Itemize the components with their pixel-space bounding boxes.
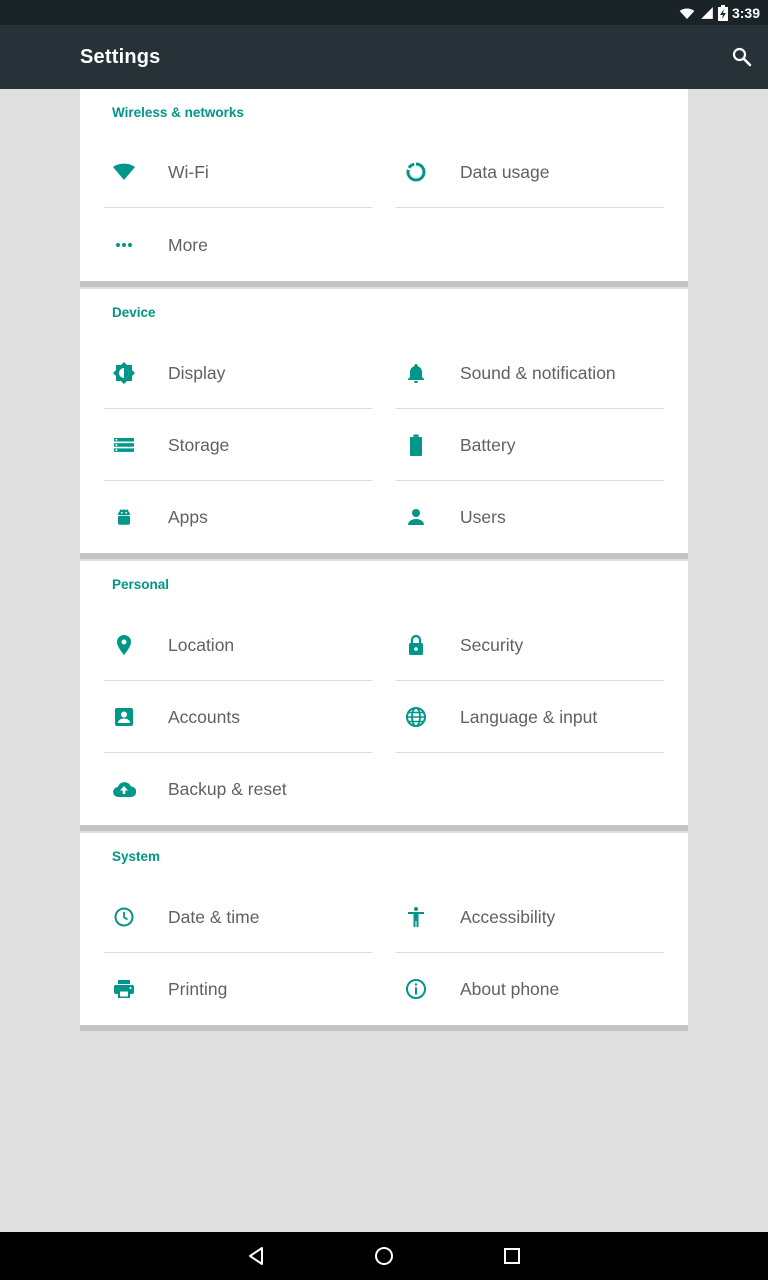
setting-printing[interactable]: Printing: [104, 953, 372, 1025]
setting-label: Apps: [168, 507, 208, 527]
setting-users[interactable]: Users: [396, 481, 664, 553]
setting-data-usage[interactable]: Data usage: [396, 136, 664, 208]
more-dots-icon: [112, 233, 136, 257]
setting-storage[interactable]: Storage: [104, 409, 372, 481]
status-bar: 3:39: [0, 0, 768, 25]
account-box-icon: [112, 705, 136, 729]
lock-icon: [404, 633, 428, 657]
setting-label: Data usage: [460, 162, 550, 182]
data-usage-icon: [404, 160, 428, 184]
storage-icon: [112, 433, 136, 457]
setting-date-time[interactable]: Date & time: [104, 881, 372, 953]
clock-time: 3:39: [731, 4, 760, 21]
setting-label: Battery: [460, 435, 516, 455]
section-system: System Date & time Accessibility Printin…: [80, 833, 688, 1031]
setting-backup-reset[interactable]: Backup & reset: [104, 753, 372, 825]
setting-language-input[interactable]: Language & input: [396, 681, 664, 753]
setting-label: Wi-Fi: [168, 162, 209, 182]
section-title: Personal: [112, 577, 170, 592]
wifi-icon: [112, 160, 136, 184]
location-pin-icon: [112, 633, 136, 657]
setting-label: Backup & reset: [168, 779, 287, 799]
setting-label: Display: [168, 363, 226, 383]
setting-security[interactable]: Security: [396, 609, 664, 681]
setting-label: Sound & notification: [460, 363, 616, 383]
setting-label: Location: [168, 635, 235, 655]
recents-icon[interactable]: [500, 1244, 524, 1268]
setting-accounts[interactable]: Accounts: [104, 681, 372, 753]
setting-label: About phone: [460, 979, 560, 999]
info-icon: [404, 977, 428, 1001]
bell-icon: [404, 361, 428, 385]
wifi-signal-icon: [678, 5, 696, 21]
globe-icon: [404, 705, 428, 729]
setting-location[interactable]: Location: [104, 609, 372, 681]
setting-sound-notification[interactable]: Sound & notification: [396, 337, 664, 409]
android-icon: [112, 505, 136, 529]
section-title: Wireless & networks: [112, 105, 244, 120]
setting-label: Accessibility: [460, 907, 556, 927]
printer-icon: [112, 977, 136, 1001]
section-wireless-networks: Wireless & networks Wi-Fi Data usage Mor…: [80, 89, 688, 287]
page-title: Settings: [80, 46, 161, 68]
setting-apps[interactable]: Apps: [104, 481, 372, 553]
setting-label: Storage: [168, 435, 230, 455]
section-title: System: [112, 849, 161, 864]
search-icon[interactable]: [730, 45, 754, 69]
navigation-bar: [0, 1232, 768, 1280]
back-icon[interactable]: [244, 1244, 268, 1268]
setting-label: Printing: [168, 979, 228, 999]
setting-about-phone[interactable]: About phone: [396, 953, 664, 1025]
setting-accessibility[interactable]: Accessibility: [396, 881, 664, 953]
battery-charging-icon: [717, 4, 728, 21]
setting-label: Accounts: [168, 707, 240, 727]
section-device: Device Display Sound & notification Stor…: [80, 289, 688, 559]
setting-label: More: [168, 235, 208, 255]
setting-label: Date & time: [168, 907, 260, 927]
setting-label: Users: [460, 507, 506, 527]
battery-icon: [404, 433, 428, 457]
clock-icon: [112, 905, 136, 929]
cloud-upload-icon: [112, 777, 136, 801]
setting-more[interactable]: More: [104, 209, 372, 281]
status-icons: 3:39: [678, 0, 760, 25]
setting-display[interactable]: Display: [104, 337, 372, 409]
setting-battery[interactable]: Battery: [396, 409, 664, 481]
app-bar: Settings: [0, 25, 768, 89]
person-icon: [404, 505, 428, 529]
cell-signal-icon: [700, 6, 714, 20]
brightness-icon: [112, 361, 136, 385]
setting-label: Language & input: [460, 707, 598, 727]
setting-wifi[interactable]: Wi-Fi: [104, 136, 372, 208]
setting-label: Security: [460, 635, 524, 655]
section-personal: Personal Location Security Accounts Lang…: [80, 561, 688, 831]
home-icon[interactable]: [372, 1244, 396, 1268]
accessibility-icon: [404, 905, 428, 929]
section-title: Device: [112, 305, 156, 320]
